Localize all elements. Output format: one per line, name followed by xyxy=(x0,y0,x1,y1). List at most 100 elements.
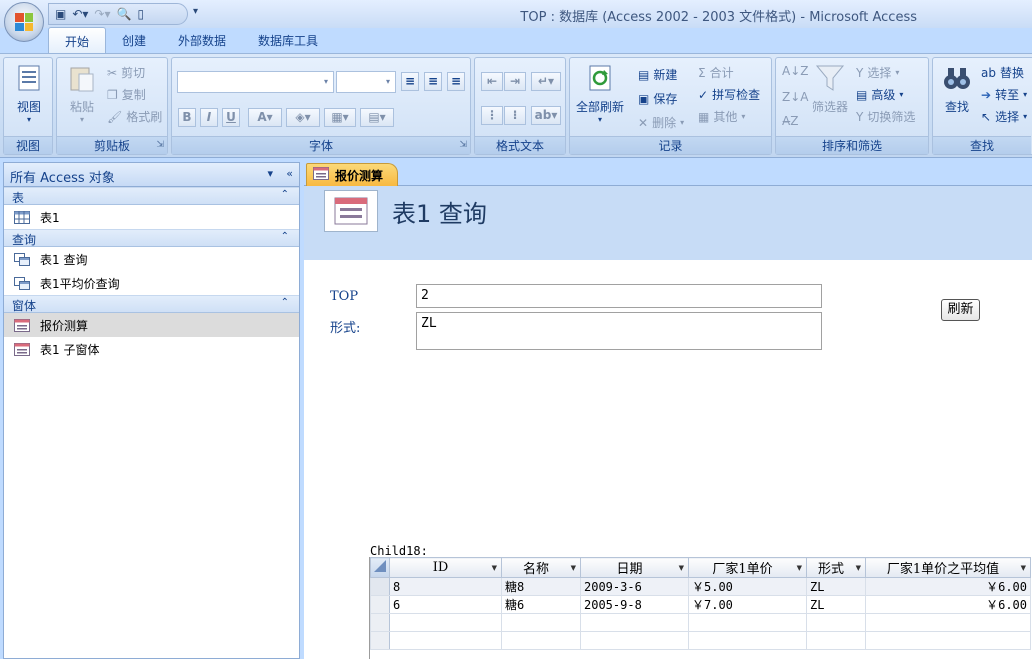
table-row[interactable]: 6 糖6 2005-9-8 ￥7.00 ZL ￥6.00 xyxy=(370,595,1031,614)
cell-name[interactable]: 糖8 xyxy=(501,577,581,596)
cell-avg-price[interactable]: ￥6.00 xyxy=(865,577,1031,596)
column-header-id[interactable]: ID ▼ xyxy=(389,557,502,578)
nav-pane-header[interactable]: 所有 Access 对象 ▾ « xyxy=(4,163,299,187)
chevron-down-icon[interactable]: ▼ xyxy=(797,564,802,572)
cell-empty[interactable] xyxy=(501,613,581,632)
nav-item-table1-query[interactable]: 表1 查询 xyxy=(4,247,299,271)
cell-empty[interactable] xyxy=(806,631,866,650)
nav-section-forms[interactable]: 窗体 ⌃ xyxy=(4,295,299,313)
record-selector[interactable] xyxy=(370,595,390,614)
dialog-launcher-icon[interactable]: ⇲ xyxy=(459,140,467,150)
refresh-button[interactable]: 刷新 xyxy=(941,299,980,321)
column-header-vendor1-price[interactable]: 厂家1单价 ▼ xyxy=(688,557,807,578)
cell-vendor1-price[interactable]: ￥5.00 xyxy=(688,577,807,596)
totals-button[interactable]: Σ 合计 xyxy=(698,64,734,81)
collapse-section-icon[interactable]: ⌃ xyxy=(281,231,289,242)
fill-color-button[interactable]: ◈▾ xyxy=(286,108,320,127)
column-header-form-type[interactable]: 形式 ▼ xyxy=(806,557,866,578)
cell-empty[interactable] xyxy=(806,613,866,632)
cell-form-type[interactable]: ZL xyxy=(806,595,866,614)
cell-empty[interactable] xyxy=(389,631,502,650)
record-selector[interactable] xyxy=(370,613,390,632)
paste-button[interactable]: 粘贴 ▾ xyxy=(63,62,101,124)
toggle-filter-button[interactable]: Y 切换筛选 xyxy=(856,108,915,125)
collapse-pane-icon[interactable]: « xyxy=(286,167,293,180)
underline-button[interactable]: U xyxy=(222,108,240,127)
copy-button[interactable]: ❐ 复制 xyxy=(107,86,146,103)
tab-external-data[interactable]: 外部数据 xyxy=(162,27,242,53)
decrease-indent-button[interactable]: ⇤ xyxy=(481,72,503,91)
chevron-down-icon[interactable]: ▼ xyxy=(492,564,497,572)
cell-empty[interactable] xyxy=(865,613,1031,632)
cell-date[interactable]: 2005-9-8 xyxy=(580,595,689,614)
view-button[interactable]: 视图 ▾ xyxy=(8,62,50,124)
gridlines-button[interactable]: ▦▾ xyxy=(324,108,356,127)
align-left-button[interactable]: ≡ xyxy=(401,72,419,91)
find-button[interactable]: 查找 xyxy=(937,62,977,115)
paragraph-direction-button[interactable]: ↵▾ xyxy=(531,72,561,91)
nav-item-table1-subform[interactable]: 表1 子窗体 xyxy=(4,337,299,361)
form-type-input[interactable]: ZL xyxy=(416,312,822,350)
filter-button[interactable]: 筛选器 xyxy=(810,62,850,115)
delete-record-button[interactable]: ✕ 删除 ▾ xyxy=(638,114,684,131)
tab-home[interactable]: 开始 xyxy=(48,27,107,53)
chevron-down-icon[interactable]: ▼ xyxy=(856,564,861,572)
nav-menu-dropdown-icon[interactable]: ▾ xyxy=(267,167,273,180)
cell-empty[interactable] xyxy=(580,631,689,650)
office-button[interactable] xyxy=(4,2,44,42)
collapse-section-icon[interactable]: ⌃ xyxy=(281,297,289,308)
align-right-button[interactable]: ≡ xyxy=(447,72,465,91)
table-row[interactable] xyxy=(370,631,1031,650)
align-center-button[interactable]: ≡ xyxy=(424,72,442,91)
nav-section-queries[interactable]: 查询 ⌃ xyxy=(4,229,299,247)
cut-button[interactable]: ✂ 剪切 xyxy=(107,64,145,81)
bulleted-list-button[interactable]: ⁝ xyxy=(504,106,526,125)
table-row[interactable] xyxy=(370,613,1031,632)
chevron-down-icon[interactable]: ▼ xyxy=(1021,564,1026,572)
tab-database-tools[interactable]: 数据库工具 xyxy=(242,27,334,53)
cell-vendor1-price[interactable]: ￥7.00 xyxy=(688,595,807,614)
save-record-button[interactable]: ▣ 保存 xyxy=(638,90,677,107)
numbered-list-button[interactable]: ⋮ xyxy=(481,106,503,125)
cell-empty[interactable] xyxy=(580,613,689,632)
document-tab-quote-calc[interactable]: 报价测算 xyxy=(306,163,398,186)
font-size-combo[interactable]: ▾ xyxy=(336,71,396,93)
cell-form-type[interactable]: ZL xyxy=(806,577,866,596)
sort-descending-button[interactable]: Z↓A xyxy=(782,90,808,104)
column-header-avg-price[interactable]: 厂家1单价之平均值 ▼ xyxy=(865,557,1031,578)
nav-item-quote-calc-form[interactable]: 报价测算 xyxy=(4,313,299,337)
select-button[interactable]: ↖ 选择 ▾ xyxy=(981,108,1027,125)
cell-name[interactable]: 糖6 xyxy=(501,595,581,614)
cell-id[interactable]: 8 xyxy=(389,577,502,596)
goto-button[interactable]: ➔ 转至 ▾ xyxy=(981,86,1027,103)
table-row[interactable]: 8 糖8 2009-3-6 ￥5.00 ZL ￥6.00 xyxy=(370,577,1031,596)
chevron-down-icon[interactable]: ▼ xyxy=(679,564,684,572)
cell-empty[interactable] xyxy=(389,613,502,632)
cell-empty[interactable] xyxy=(501,631,581,650)
replace-button[interactable]: ab 替换 xyxy=(981,64,1024,81)
column-header-date[interactable]: 日期 ▼ xyxy=(580,557,689,578)
more-button[interactable]: ▦ 其他 ▾ xyxy=(698,108,745,125)
advanced-filter-button[interactable]: ▤ 高级 ▾ xyxy=(856,86,903,103)
highlight-button[interactable]: ab▾ xyxy=(531,106,561,125)
record-selector[interactable] xyxy=(370,631,390,650)
top-input[interactable]: 2 xyxy=(416,284,822,308)
spelling-button[interactable]: ✓ 拼写检查 xyxy=(698,86,760,103)
chevron-down-icon[interactable]: ▼ xyxy=(571,564,576,572)
new-record-button[interactable]: ▤ 新建 xyxy=(638,66,677,83)
nav-item-table1[interactable]: 表1 xyxy=(4,205,299,229)
collapse-section-icon[interactable]: ⌃ xyxy=(281,189,289,200)
select-all-corner[interactable] xyxy=(370,557,390,578)
clear-sort-button[interactable]: A̶Z xyxy=(782,114,798,128)
cell-date[interactable]: 2009-3-6 xyxy=(580,577,689,596)
column-header-name[interactable]: 名称 ▼ xyxy=(501,557,581,578)
cell-empty[interactable] xyxy=(865,631,1031,650)
format-painter-button[interactable]: 🖌 格式刷 xyxy=(107,108,162,125)
cell-id[interactable]: 6 xyxy=(389,595,502,614)
sort-ascending-button[interactable]: A↓Z xyxy=(782,64,808,78)
cell-avg-price[interactable]: ￥6.00 xyxy=(865,595,1031,614)
font-color-button[interactable]: A▾ xyxy=(248,108,282,127)
cell-empty[interactable] xyxy=(688,631,807,650)
font-name-combo[interactable]: ▾ xyxy=(177,71,334,93)
nav-section-tables[interactable]: 表 ⌃ xyxy=(4,187,299,205)
